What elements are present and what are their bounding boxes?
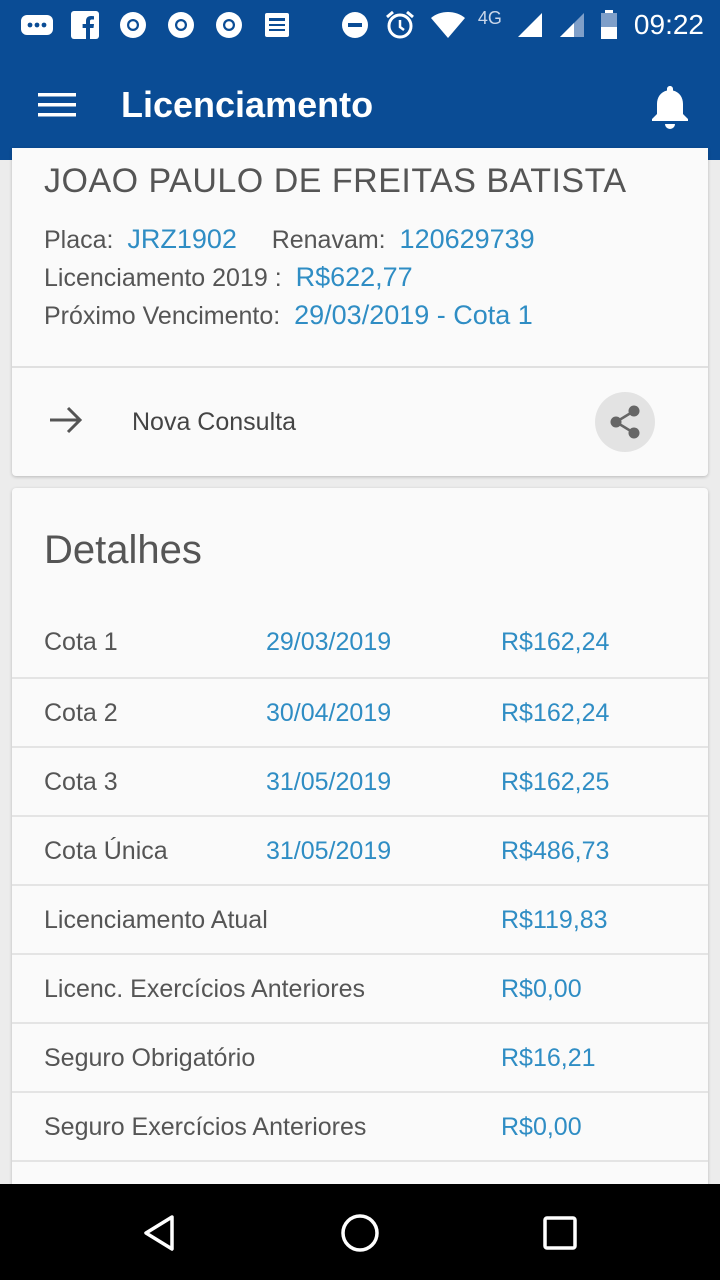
licenciamento-value: R$622,77 xyxy=(295,262,413,292)
row-value: R$119,83 xyxy=(501,906,608,934)
news-icon xyxy=(260,9,294,41)
battery-icon xyxy=(600,10,618,40)
signal-icon xyxy=(516,11,544,39)
recents-button[interactable] xyxy=(535,1208,585,1258)
wifi-icon xyxy=(430,10,466,40)
bell-icon xyxy=(652,86,688,129)
proximo-vencimento-line: Próximo Vencimento: 29/03/2019 - Cota 1 xyxy=(44,300,533,331)
recents-icon xyxy=(543,1216,577,1250)
navigation-bar xyxy=(0,1184,720,1280)
row-value: R$162,24 xyxy=(501,699,610,727)
back-button[interactable] xyxy=(134,1208,184,1258)
vehicle-summary-card: JOAO PAULO DE FREITAS BATISTA Placa: JRZ… xyxy=(12,148,708,476)
licenciamento-line: Licenciamento 2019 : R$622,77 xyxy=(44,262,413,293)
notifications-button[interactable] xyxy=(640,78,700,134)
arrow-right-icon xyxy=(50,406,83,434)
row-value: R$16,21 xyxy=(501,1044,596,1072)
alarm-icon xyxy=(384,9,416,41)
proximo-label: Próximo Vencimento: xyxy=(44,302,281,330)
action-row: Nova Consulta xyxy=(12,368,708,476)
row-value: R$162,25 xyxy=(501,768,610,796)
back-icon xyxy=(144,1215,174,1251)
share-icon xyxy=(610,405,640,439)
row-value: R$486,73 xyxy=(501,837,610,865)
proximo-value: 29/03/2019 - Cota 1 xyxy=(294,300,533,330)
table-row: Cota 3 31/05/2019 R$162,25 xyxy=(12,746,708,815)
row-value: R$0,00 xyxy=(501,1113,582,1141)
row-value: R$0,00 xyxy=(501,975,582,1003)
notification-icons xyxy=(20,9,308,41)
row-label: Seguro Obrigatório xyxy=(44,1044,256,1072)
nova-consulta-button[interactable]: Nova Consulta xyxy=(132,408,296,437)
row-label: Cota 3 xyxy=(44,768,118,796)
chrome-icon xyxy=(164,9,198,41)
do-not-disturb-icon xyxy=(340,10,370,40)
table-row: Cota Única 31/05/2019 R$486,73 xyxy=(12,815,708,884)
share-button[interactable] xyxy=(595,392,655,452)
table-row: Seguro Obrigatório R$16,21 xyxy=(12,1022,708,1091)
nova-consulta-arrow[interactable] xyxy=(46,400,86,440)
clock: 09:22 xyxy=(633,9,704,40)
table-row: Seguro Exercícios Anteriores R$0,00 xyxy=(12,1091,708,1160)
row-label: Licenciamento Atual xyxy=(44,906,268,934)
status-bar: 4G 09:22 xyxy=(0,0,720,50)
row-date: 30/04/2019 xyxy=(266,699,392,727)
chrome-icon xyxy=(212,9,246,41)
details-title: Detalhes xyxy=(44,528,202,572)
table-row: Cota 2 30/04/2019 R$162,24 xyxy=(12,677,708,746)
row-label: Seguro Exercícios Anteriores xyxy=(44,1113,367,1141)
renavam-label: Renavam: xyxy=(271,226,386,254)
menu-icon xyxy=(38,93,76,117)
app-bar: Licenciamento xyxy=(0,50,720,160)
row-date: 29/03/2019 xyxy=(266,628,392,656)
row-value: R$162,24 xyxy=(501,628,610,656)
table-row: Cota 1 29/03/2019 R$162,24 xyxy=(12,608,708,677)
placa-label: Placa: xyxy=(44,226,114,254)
facebook-icon xyxy=(68,9,102,41)
page-title: Licenciamento xyxy=(121,84,374,125)
renavam-value: 120629739 xyxy=(399,224,535,254)
home-icon xyxy=(341,1214,379,1252)
row-label: Cota Única xyxy=(44,837,168,865)
row-label: Cota 2 xyxy=(44,699,118,727)
details-card: Detalhes Cota 1 29/03/2019 R$162,24 Cota… xyxy=(12,488,708,1208)
network-type-label: 4G xyxy=(477,7,502,28)
table-row: Licenc. Exercícios Anteriores R$0,00 xyxy=(12,953,708,1022)
row-label: Licenc. Exercícios Anteriores xyxy=(44,975,365,1003)
owner-name: JOAO PAULO DE FREITAS BATISTA xyxy=(44,162,627,200)
chrome-icon xyxy=(116,9,150,41)
row-label: Cota 1 xyxy=(44,628,118,656)
table-row: Licenciamento Atual R$119,83 xyxy=(12,884,708,953)
placa-value: JRZ1902 xyxy=(127,224,237,254)
menu-button[interactable] xyxy=(30,80,84,130)
message-icon xyxy=(20,9,54,41)
plate-renavam-line: Placa: JRZ1902 Renavam: 120629739 xyxy=(44,224,535,255)
system-icons: 4G 09:22 xyxy=(326,6,704,44)
row-date: 31/05/2019 xyxy=(266,768,392,796)
licenciamento-label: Licenciamento 2019 : xyxy=(44,264,282,292)
signal-icon xyxy=(558,11,586,39)
row-date: 31/05/2019 xyxy=(266,837,392,865)
home-button[interactable] xyxy=(335,1208,385,1258)
